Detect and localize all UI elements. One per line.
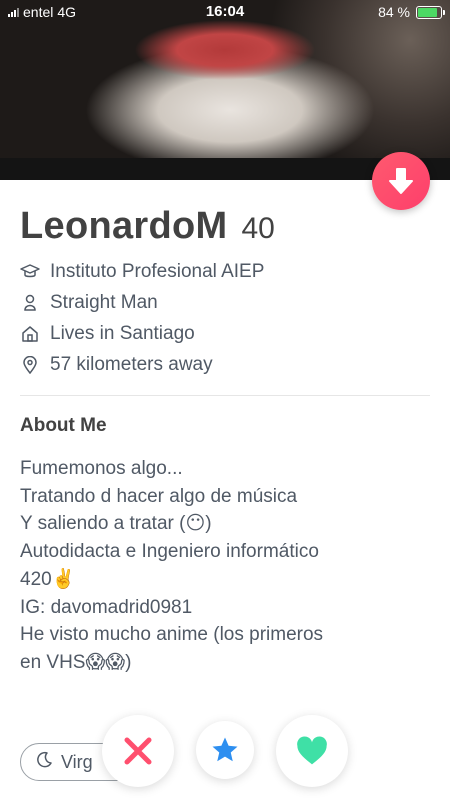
arrow-down-icon [389, 168, 413, 194]
bio-line: Autodidacta e Ingeniero informático [20, 541, 319, 563]
like-button[interactable] [276, 715, 348, 787]
info-city: Lives in Santiago [20, 318, 264, 349]
super-like-button[interactable] [196, 721, 254, 779]
info-city-text: Lives in Santiago [50, 322, 195, 344]
about-me-bio: Fumemonos algo... Tratando d hacer algo … [20, 455, 420, 677]
bio-line: 420✌️ [20, 568, 76, 590]
bio-line: en VHS😱😱) [20, 651, 132, 673]
info-school: Instituto Profesional AIEP [20, 256, 264, 287]
battery-info: 84 % [378, 4, 445, 20]
bio-line: IG: davomadrid0981 [20, 596, 193, 618]
star-icon [212, 737, 238, 762]
info-distance: 57 kilometers away [20, 349, 264, 380]
close-icon [124, 737, 152, 765]
battery-icon [416, 5, 445, 19]
collapse-profile-button[interactable] [372, 152, 430, 210]
profile-info-list: Instituto Profesional AIEP Straight Man … [20, 256, 264, 380]
action-bar [0, 713, 450, 793]
info-distance-text: 57 kilometers away [50, 353, 213, 375]
school-icon [20, 262, 40, 282]
profile-photo[interactable] [0, 0, 450, 160]
home-icon [20, 324, 40, 344]
location-pin-icon [20, 355, 40, 375]
bio-line: Tratando d hacer algo de música [20, 485, 298, 507]
battery-percent: 84 % [378, 4, 410, 20]
profile-header: LeonardoM 40 [20, 205, 275, 248]
nope-button[interactable] [102, 715, 174, 787]
about-me-heading: About Me [20, 415, 107, 436]
bio-line: Y saliendo a tratar (😶) [20, 513, 212, 535]
heart-icon [297, 736, 327, 765]
bio-line: He visto mucho anime (los primeros [20, 624, 324, 646]
profile-name: LeonardoM [20, 205, 228, 247]
bio-line: Fumemonos algo... [20, 458, 183, 479]
info-school-text: Instituto Profesional AIEP [50, 260, 265, 282]
status-bar: entel 4G 16:04 84 % [0, 0, 450, 24]
info-orientation-text: Straight Man [50, 291, 158, 313]
section-divider [20, 395, 430, 396]
person-icon [20, 293, 40, 313]
profile-age: 40 [241, 212, 275, 245]
info-orientation: Straight Man [20, 287, 264, 318]
